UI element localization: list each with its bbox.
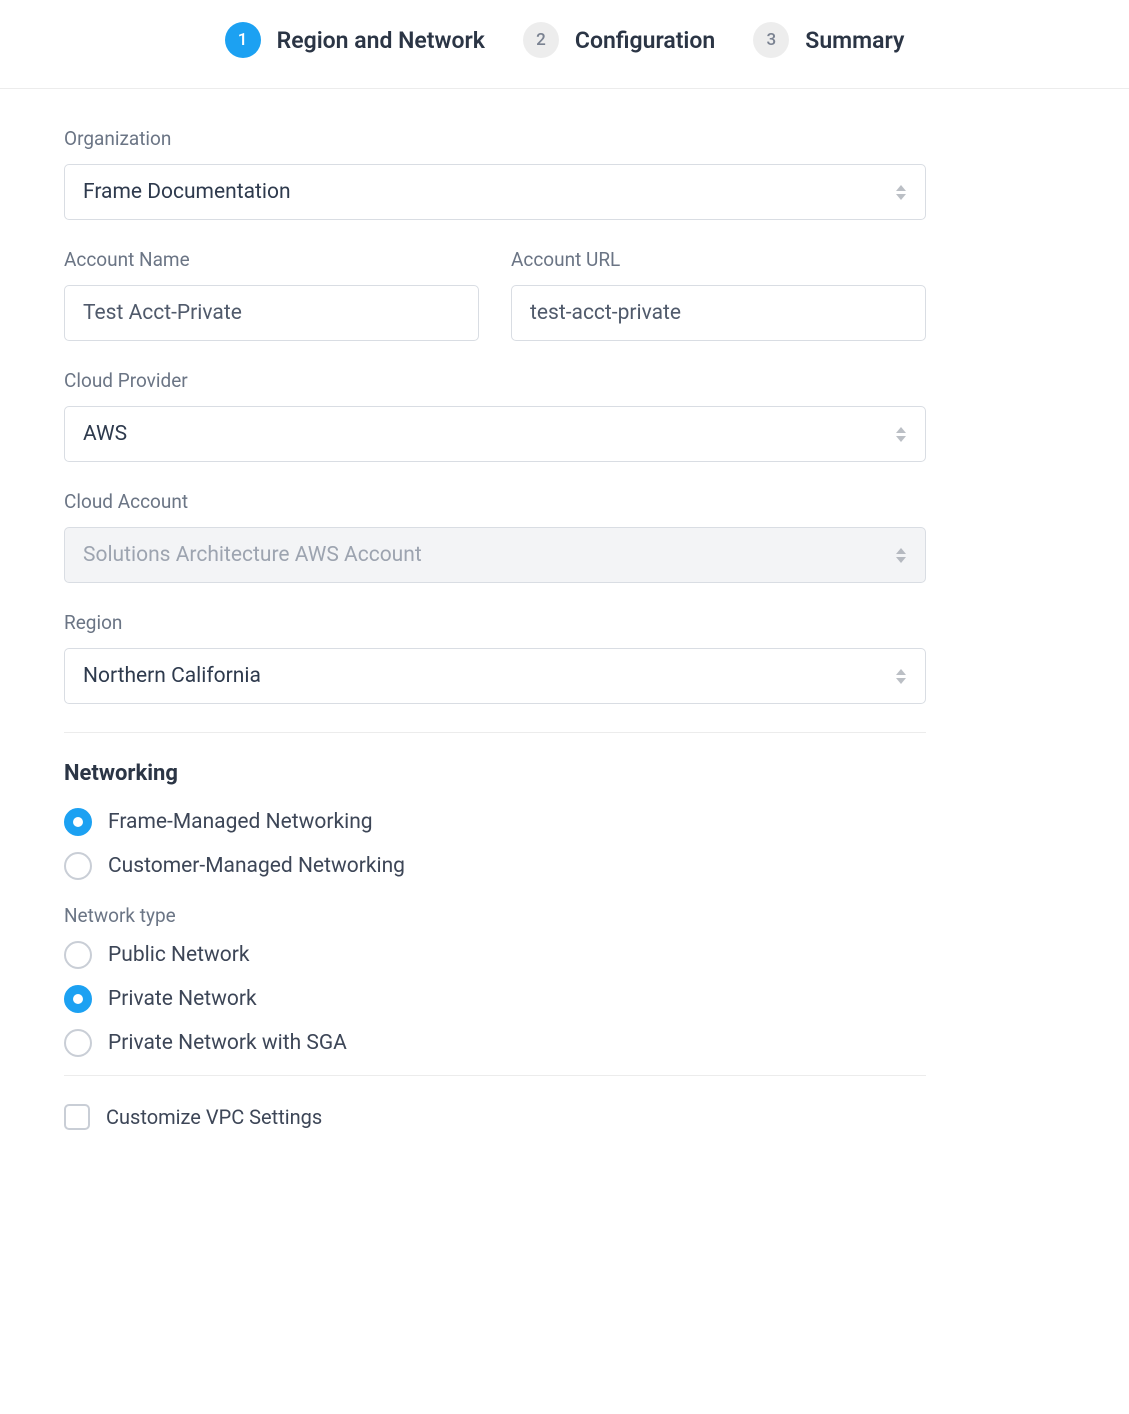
step-number-badge: 1: [225, 22, 261, 58]
account-url-input[interactable]: test-acct-private: [511, 285, 926, 341]
cloud-provider-value: AWS: [83, 422, 127, 446]
sort-icon: [895, 546, 907, 564]
cloud-account-select[interactable]: Solutions Architecture AWS Account: [64, 527, 926, 583]
radio-icon: [64, 808, 92, 836]
radio-label: Public Network: [108, 943, 250, 967]
radio-label: Customer-Managed Networking: [108, 854, 405, 878]
step-number-badge: 3: [753, 22, 789, 58]
radio-private-network[interactable]: Private Network: [64, 985, 926, 1013]
radio-frame-managed-networking[interactable]: Frame-Managed Networking: [64, 808, 926, 836]
wizard-stepper: 1 Region and Network 2 Configuration 3 S…: [0, 0, 1129, 89]
sort-icon: [895, 667, 907, 685]
field-cloud-provider: Cloud Provider AWS: [64, 369, 926, 462]
step-number-badge: 2: [523, 22, 559, 58]
account-name-input[interactable]: Test Acct-Private: [64, 285, 479, 341]
region-select[interactable]: Northern California: [64, 648, 926, 704]
step-summary[interactable]: 3 Summary: [753, 22, 904, 58]
step-label: Summary: [805, 27, 904, 54]
step-configuration[interactable]: 2 Configuration: [523, 22, 715, 58]
networking-title: Networking: [64, 761, 926, 786]
step-region-and-network[interactable]: 1 Region and Network: [225, 22, 485, 58]
account-url-label: Account URL: [511, 248, 926, 271]
organization-select[interactable]: Frame Documentation: [64, 164, 926, 220]
sort-icon: [895, 183, 907, 201]
field-cloud-account: Cloud Account Solutions Architecture AWS…: [64, 490, 926, 583]
account-name-value: Test Acct-Private: [83, 301, 242, 325]
divider: [64, 732, 926, 733]
radio-public-network[interactable]: Public Network: [64, 941, 926, 969]
organization-value: Frame Documentation: [83, 180, 291, 204]
checkbox-label: Customize VPC Settings: [106, 1105, 322, 1129]
radio-customer-managed-networking[interactable]: Customer-Managed Networking: [64, 852, 926, 880]
checkbox-customize-vpc-settings[interactable]: Customize VPC Settings: [64, 1104, 926, 1130]
radio-label: Private Network: [108, 987, 257, 1011]
radio-icon: [64, 941, 92, 969]
network-type-label: Network type: [64, 904, 926, 927]
divider: [64, 1075, 926, 1076]
radio-icon: [64, 985, 92, 1013]
step-label: Configuration: [575, 27, 715, 54]
field-organization: Organization Frame Documentation: [64, 127, 926, 220]
radio-private-network-with-sga[interactable]: Private Network with SGA: [64, 1029, 926, 1057]
organization-label: Organization: [64, 127, 926, 150]
form-region-and-network: Organization Frame Documentation Account…: [0, 89, 990, 1170]
region-label: Region: [64, 611, 926, 634]
radio-icon: [64, 1029, 92, 1057]
step-label: Region and Network: [277, 27, 485, 54]
account-url-value: test-acct-private: [530, 301, 681, 325]
radio-icon: [64, 852, 92, 880]
field-account-name: Account Name Test Acct-Private: [64, 248, 479, 341]
cloud-provider-select[interactable]: AWS: [64, 406, 926, 462]
checkbox-icon: [64, 1104, 90, 1130]
cloud-provider-label: Cloud Provider: [64, 369, 926, 392]
radio-label: Frame-Managed Networking: [108, 810, 373, 834]
region-value: Northern California: [83, 664, 261, 688]
cloud-account-label: Cloud Account: [64, 490, 926, 513]
cloud-account-value: Solutions Architecture AWS Account: [83, 543, 422, 567]
field-account-url: Account URL test-acct-private: [511, 248, 926, 341]
account-name-label: Account Name: [64, 248, 479, 271]
sort-icon: [895, 425, 907, 443]
radio-label: Private Network with SGA: [108, 1031, 347, 1055]
field-region: Region Northern California: [64, 611, 926, 704]
